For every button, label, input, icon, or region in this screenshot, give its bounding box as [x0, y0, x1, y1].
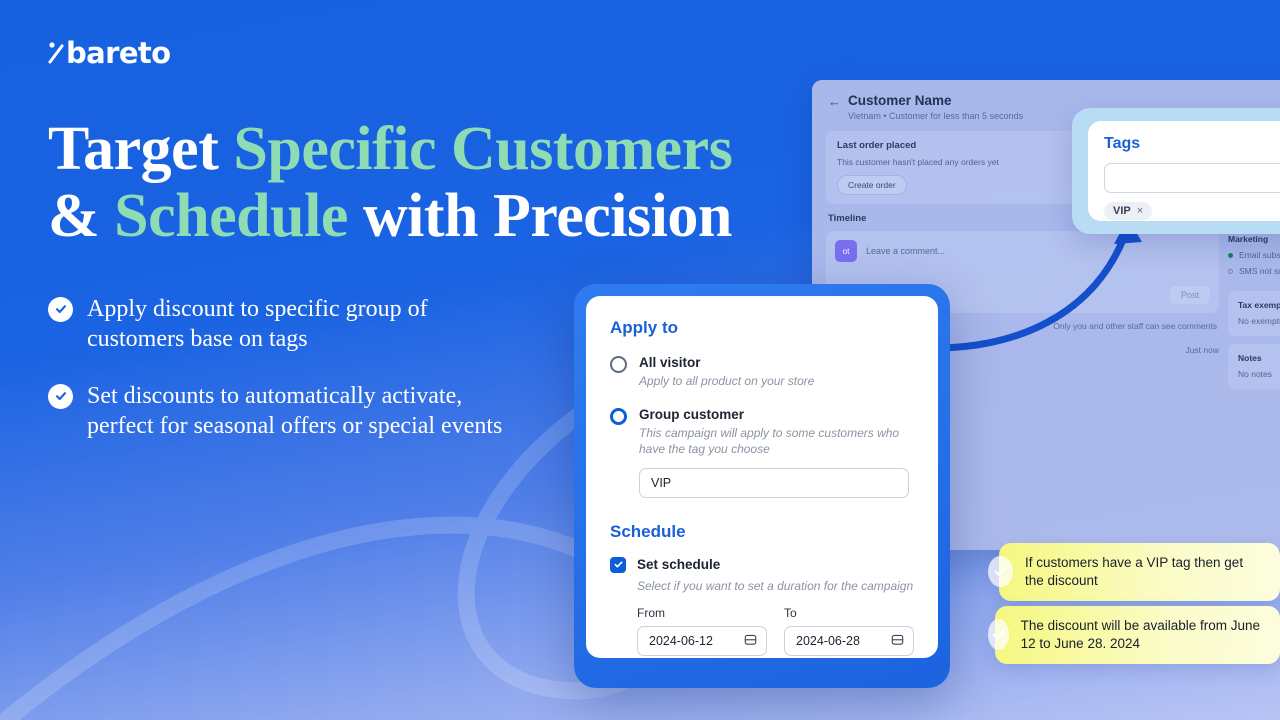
marketing-status-label: SMS not subscribed: [1239, 266, 1280, 277]
headline-part-1: Specific Customers: [233, 115, 733, 183]
tag-chip-label: VIP: [1113, 205, 1131, 217]
tags-card: Tags VIP ×: [1088, 121, 1280, 221]
check-circle-icon: [988, 619, 1009, 651]
radio-button-unselected[interactable]: [610, 356, 627, 373]
marketing-status-row: SMS not subscribed: [1228, 265, 1280, 277]
headline-part-4: with Precision: [347, 181, 733, 250]
to-date-input[interactable]: 2024-06-28: [784, 625, 914, 656]
notes-block: Notes No notes: [1228, 343, 1280, 390]
from-date-field: From 2024-06-12: [637, 606, 767, 656]
customer-subtitle: Vietnam • Customer for less than 5 secon…: [848, 111, 1024, 121]
calendar-icon[interactable]: [744, 633, 757, 649]
set-schedule-checkbox-row[interactable]: Set schedule: [610, 556, 914, 573]
callout-note: The discount will be available from June…: [988, 606, 1280, 664]
check-circle-icon: [48, 296, 73, 322]
comment-row[interactable]: ot Leave a comment...: [835, 240, 1210, 262]
callout-text: The discount will be available from June…: [994, 606, 1280, 664]
bullet-text: Set discounts to automatically activate,…: [87, 382, 503, 440]
from-date-value: 2024-06-12: [649, 633, 713, 648]
to-label: To: [784, 605, 797, 620]
to-date-value: 2024-06-28: [796, 633, 860, 648]
tax-text: No exemptions: [1238, 315, 1280, 326]
campaign-settings-card-frame: Apply to All visitor Apply to all produc…: [574, 284, 950, 688]
schedule-description: Select if you want to set a duration for…: [637, 578, 914, 593]
from-date-input[interactable]: 2024-06-12: [637, 625, 767, 656]
customer-name-title: Customer Name: [848, 93, 952, 108]
bullet-text: Apply discount to specific group of cust…: [87, 295, 428, 353]
campaign-settings-card: Apply to All visitor Apply to all produc…: [586, 296, 938, 658]
option-description: This campaign will apply to some custome…: [639, 425, 900, 456]
callout-text: If customers have a VIP tag then get the…: [998, 543, 1280, 601]
marketing-block: Marketing Email subscribed SMS not subsc…: [1228, 234, 1280, 278]
callout-note: If customers have a VIP tag then get the…: [988, 543, 1280, 601]
status-dot-inactive-icon: [1228, 268, 1233, 274]
tags-input[interactable]: [1104, 163, 1280, 193]
radio-option-all-visitor[interactable]: All visitor Apply to all product on your…: [610, 355, 914, 390]
bareto-logo-mark-icon: [48, 40, 65, 66]
radio-option-group-customer[interactable]: Group customer This campaign will apply …: [610, 407, 914, 498]
post-button[interactable]: Post: [1169, 286, 1210, 304]
marketing-status-label: Email subscribed: [1239, 249, 1280, 260]
status-dot-active-icon: [1228, 252, 1233, 258]
arrow-left-icon[interactable]: ←: [828, 95, 841, 108]
marketing-status-row: Email subscribed: [1228, 249, 1280, 261]
from-label: From: [637, 605, 665, 620]
option-label: Group customer: [639, 406, 745, 422]
brand-logo[interactable]: bareto: [48, 36, 748, 70]
tag-chip-vip[interactable]: VIP ×: [1104, 202, 1153, 220]
tax-exemptions-block: Tax exemptions No exemptions: [1228, 290, 1280, 336]
tag-input[interactable]: VIP: [639, 467, 909, 498]
calendar-icon[interactable]: [891, 633, 904, 649]
check-icon[interactable]: [610, 556, 626, 573]
notes-title: Notes: [1238, 352, 1262, 363]
comment-input[interactable]: Leave a comment...: [866, 246, 945, 256]
headline-part-2: &: [48, 181, 115, 250]
tags-title: Tags: [1104, 135, 1141, 152]
option-label: All visitor: [639, 355, 701, 370]
apply-to-title: Apply to: [610, 318, 678, 337]
checkbox-label: Set schedule: [637, 557, 721, 573]
schedule-title: Schedule: [610, 521, 686, 541]
to-date-field: To 2024-06-28: [784, 606, 914, 656]
check-circle-icon: [48, 383, 73, 409]
marketing-title: Marketing: [1228, 233, 1269, 244]
notes-text: No notes: [1238, 368, 1273, 379]
brand-name: bareto: [66, 36, 171, 70]
tax-title: Tax exemptions: [1238, 299, 1280, 310]
headline-part-3: Schedule: [114, 181, 348, 250]
close-icon[interactable]: ×: [1137, 205, 1143, 217]
headline-part-0: Target: [48, 115, 234, 183]
tags-card-frame: Tags VIP ×: [1072, 108, 1280, 234]
date-range-row: From 2024-06-12 To 2024-06-28: [637, 606, 914, 656]
avatar: ot: [835, 240, 857, 262]
create-order-button[interactable]: Create order: [837, 175, 907, 195]
page-title: Target Specific Customers & Schedule wit…: [48, 116, 748, 250]
option-description: Apply to all product on your store: [639, 374, 815, 388]
radio-button-selected[interactable]: [610, 407, 627, 425]
